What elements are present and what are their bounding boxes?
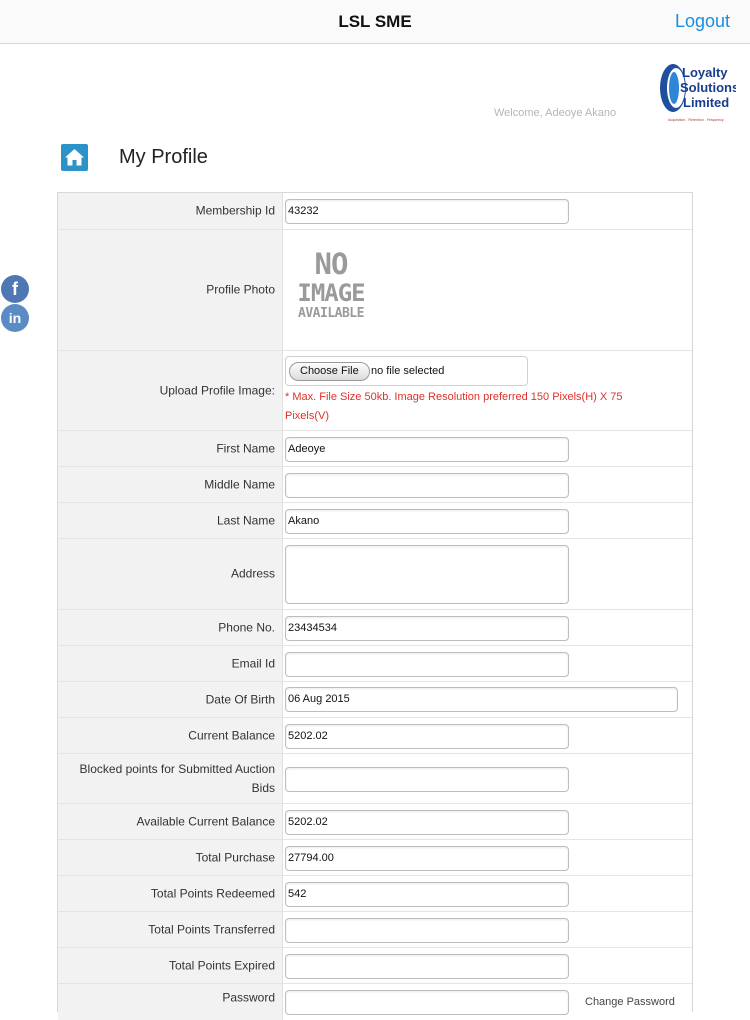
- no-image-placeholder: NO IMAGE AVAILABLE: [295, 250, 367, 330]
- logo-line3: Limited: [683, 95, 729, 110]
- dob-field[interactable]: 06 Aug 2015: [285, 687, 678, 712]
- company-logo: Loyalty Solutions Limited Acquisition . …: [660, 64, 736, 122]
- profile-photo-row: Profile Photo NO IMAGE AVAILABLE: [58, 230, 692, 351]
- dob-row: Date Of Birth 06 Aug 2015: [58, 682, 692, 718]
- facebook-icon[interactable]: f: [1, 275, 29, 303]
- file-status: no file selected: [371, 365, 445, 377]
- upload-image-row: Upload Profile Image: Choose File no fil…: [58, 351, 692, 431]
- address-row: Address: [58, 539, 692, 610]
- profile-photo-label: Profile Photo: [206, 282, 275, 297]
- logo-line1: Loyalty: [682, 65, 728, 80]
- upload-image-label: Upload Profile Image:: [159, 383, 275, 397]
- app-title: LSL SME: [338, 12, 412, 31]
- points-transferred-row: Total Points Transferred: [58, 912, 692, 948]
- available-balance-field[interactable]: 5202.02: [285, 810, 569, 835]
- choose-file-button[interactable]: Choose File: [289, 362, 370, 381]
- total-purchase-label: Total Purchase: [195, 850, 275, 864]
- current-balance-label: Current Balance: [188, 728, 275, 742]
- middle-name-label: Middle Name: [204, 477, 275, 491]
- blocked-points-field[interactable]: [285, 767, 569, 792]
- phone-field[interactable]: 23434534: [285, 616, 569, 641]
- email-row: Email Id: [58, 646, 692, 682]
- email-field[interactable]: [285, 652, 569, 677]
- first-name-row: First Name Adeoye: [58, 431, 692, 467]
- logo-tagline: Acquisition . Retention . Frequency: [668, 118, 724, 122]
- last-name-row: Last Name Akano: [58, 503, 692, 539]
- logout-button[interactable]: Logout: [675, 11, 730, 32]
- membership-id-row: Membership Id 43232: [58, 193, 692, 230]
- middle-name-row: Middle Name: [58, 467, 692, 503]
- password-field[interactable]: [285, 990, 569, 1015]
- address-label: Address: [230, 566, 275, 581]
- home-icon: [65, 149, 84, 166]
- points-redeemed-row: Total Points Redeemed 542: [58, 876, 692, 912]
- page-title: My Profile: [119, 146, 208, 168]
- welcome-message: Welcome, Adeoye Akano: [494, 107, 617, 119]
- phone-label: Phone No.: [218, 620, 275, 634]
- first-name-field[interactable]: Adeoye: [285, 437, 569, 462]
- points-redeemed-field[interactable]: 542: [285, 882, 569, 907]
- points-expired-row: Total Points Expired: [58, 948, 692, 984]
- profile-form: Membership Id 43232 Profile Photo NO IMA…: [57, 192, 693, 1020]
- change-password-link[interactable]: Change Password: [585, 996, 675, 1008]
- total-purchase-field[interactable]: 27794.00: [285, 846, 569, 871]
- phone-row: Phone No. 23434534: [58, 610, 692, 646]
- dob-label: Date Of Birth: [205, 692, 275, 706]
- points-transferred-field[interactable]: [285, 918, 569, 943]
- top-navbar: LSL SME Logout: [0, 0, 750, 44]
- first-name-label: First Name: [216, 441, 275, 455]
- points-expired-field[interactable]: [285, 954, 569, 979]
- total-purchase-row: Total Purchase 27794.00: [58, 840, 692, 876]
- membership-id-field[interactable]: 43232: [285, 199, 569, 224]
- middle-name-field[interactable]: [285, 473, 569, 498]
- available-balance-row: Available Current Balance 5202.02: [58, 804, 692, 840]
- password-label: Password: [222, 990, 275, 1005]
- current-balance-row: Current Balance 5202.02: [58, 718, 692, 754]
- file-input[interactable]: Choose File no file selected: [285, 356, 528, 386]
- no-image-line2: IMAGE: [297, 279, 365, 307]
- points-redeemed-label: Total Points Redeemed: [150, 886, 275, 900]
- email-label: Email Id: [231, 656, 275, 670]
- membership-id-label: Membership Id: [195, 203, 275, 218]
- linkedin-icon[interactable]: in: [1, 304, 29, 332]
- blocked-points-label: Blocked points for Submitted Auction Bid…: [79, 761, 275, 795]
- no-image-line1: NO: [314, 247, 349, 281]
- address-textarea[interactable]: [285, 545, 569, 604]
- no-image-line3: AVAILABLE: [298, 306, 364, 321]
- current-balance-field[interactable]: 5202.02: [285, 724, 569, 749]
- points-expired-label: Total Points Expired: [168, 958, 275, 972]
- last-name-field[interactable]: Akano: [285, 509, 569, 534]
- home-button[interactable]: [61, 144, 88, 171]
- logo-line2: Solutions: [680, 80, 736, 95]
- last-name-label: Last Name: [216, 513, 275, 527]
- blocked-points-row: Blocked points for Submitted Auction Bid…: [58, 754, 692, 804]
- points-transferred-label: Total Points Transferred: [148, 922, 275, 936]
- available-balance-label: Available Current Balance: [136, 814, 275, 828]
- upload-size-note: * Max. File Size 50kb. Image Resolution …: [285, 391, 623, 422]
